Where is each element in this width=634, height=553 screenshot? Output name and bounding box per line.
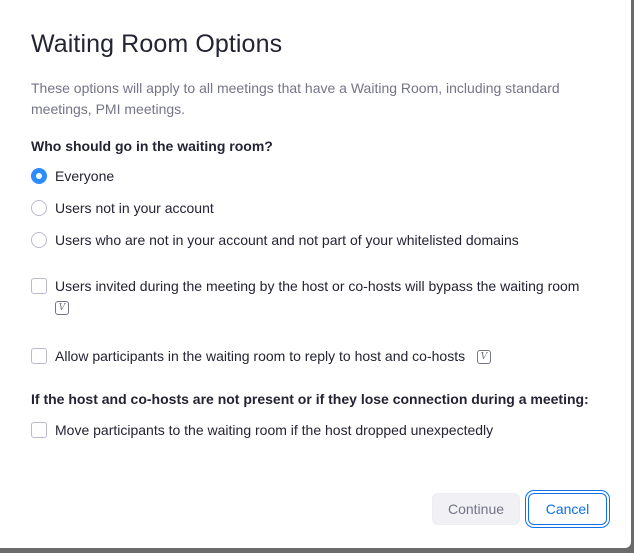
checkbox-label: Move participants to the waiting room if… <box>55 422 494 438</box>
radio-button[interactable] <box>31 168 47 184</box>
checkbox-label-wrap: Users invited during the meeting by the … <box>55 276 579 316</box>
checkbox-label: Allow participants in the waiting room t… <box>55 348 466 364</box>
radio-option-users-not-in-account[interactable]: Users not in your account <box>31 198 214 218</box>
host-section-heading: If the host and co-hosts are not present… <box>31 391 589 407</box>
checkbox[interactable] <box>31 278 47 294</box>
checkbox[interactable] <box>31 348 47 364</box>
waiting-room-options-dialog: Waiting Room Options These options will … <box>0 0 631 548</box>
radio-label: Users not in your account <box>55 200 214 216</box>
checkbox-label: Users invited during the meeting by the … <box>55 278 580 294</box>
who-section-heading: Who should go in the waiting room? <box>31 138 273 154</box>
checkbox-label-wrap: Allow participants in the waiting room t… <box>55 346 491 366</box>
checkbox-option-bypass-invited[interactable]: Users invited during the meeting by the … <box>31 276 591 316</box>
radio-button[interactable] <box>31 232 47 248</box>
checkbox[interactable] <box>31 422 47 438</box>
radio-option-everyone[interactable]: Everyone <box>31 166 114 186</box>
v-info-icon[interactable]: V <box>55 301 69 316</box>
continue-button[interactable]: Continue <box>432 493 520 525</box>
checkbox-option-move-participants[interactable]: Move participants to the waiting room if… <box>31 420 493 440</box>
radio-option-not-whitelisted[interactable]: Users who are not in your account and no… <box>31 230 519 250</box>
cancel-button[interactable]: Cancel <box>528 493 607 525</box>
radio-label: Everyone <box>55 168 115 184</box>
radio-label: Users who are not in your account and no… <box>55 232 519 248</box>
v-info-icon[interactable]: V <box>477 350 491 365</box>
dialog-title: Waiting Room Options <box>31 30 283 58</box>
checkbox-option-allow-reply[interactable]: Allow participants in the waiting room t… <box>31 346 491 366</box>
dialog-description: These options will apply to all meetings… <box>31 80 560 117</box>
radio-button[interactable] <box>31 200 47 216</box>
